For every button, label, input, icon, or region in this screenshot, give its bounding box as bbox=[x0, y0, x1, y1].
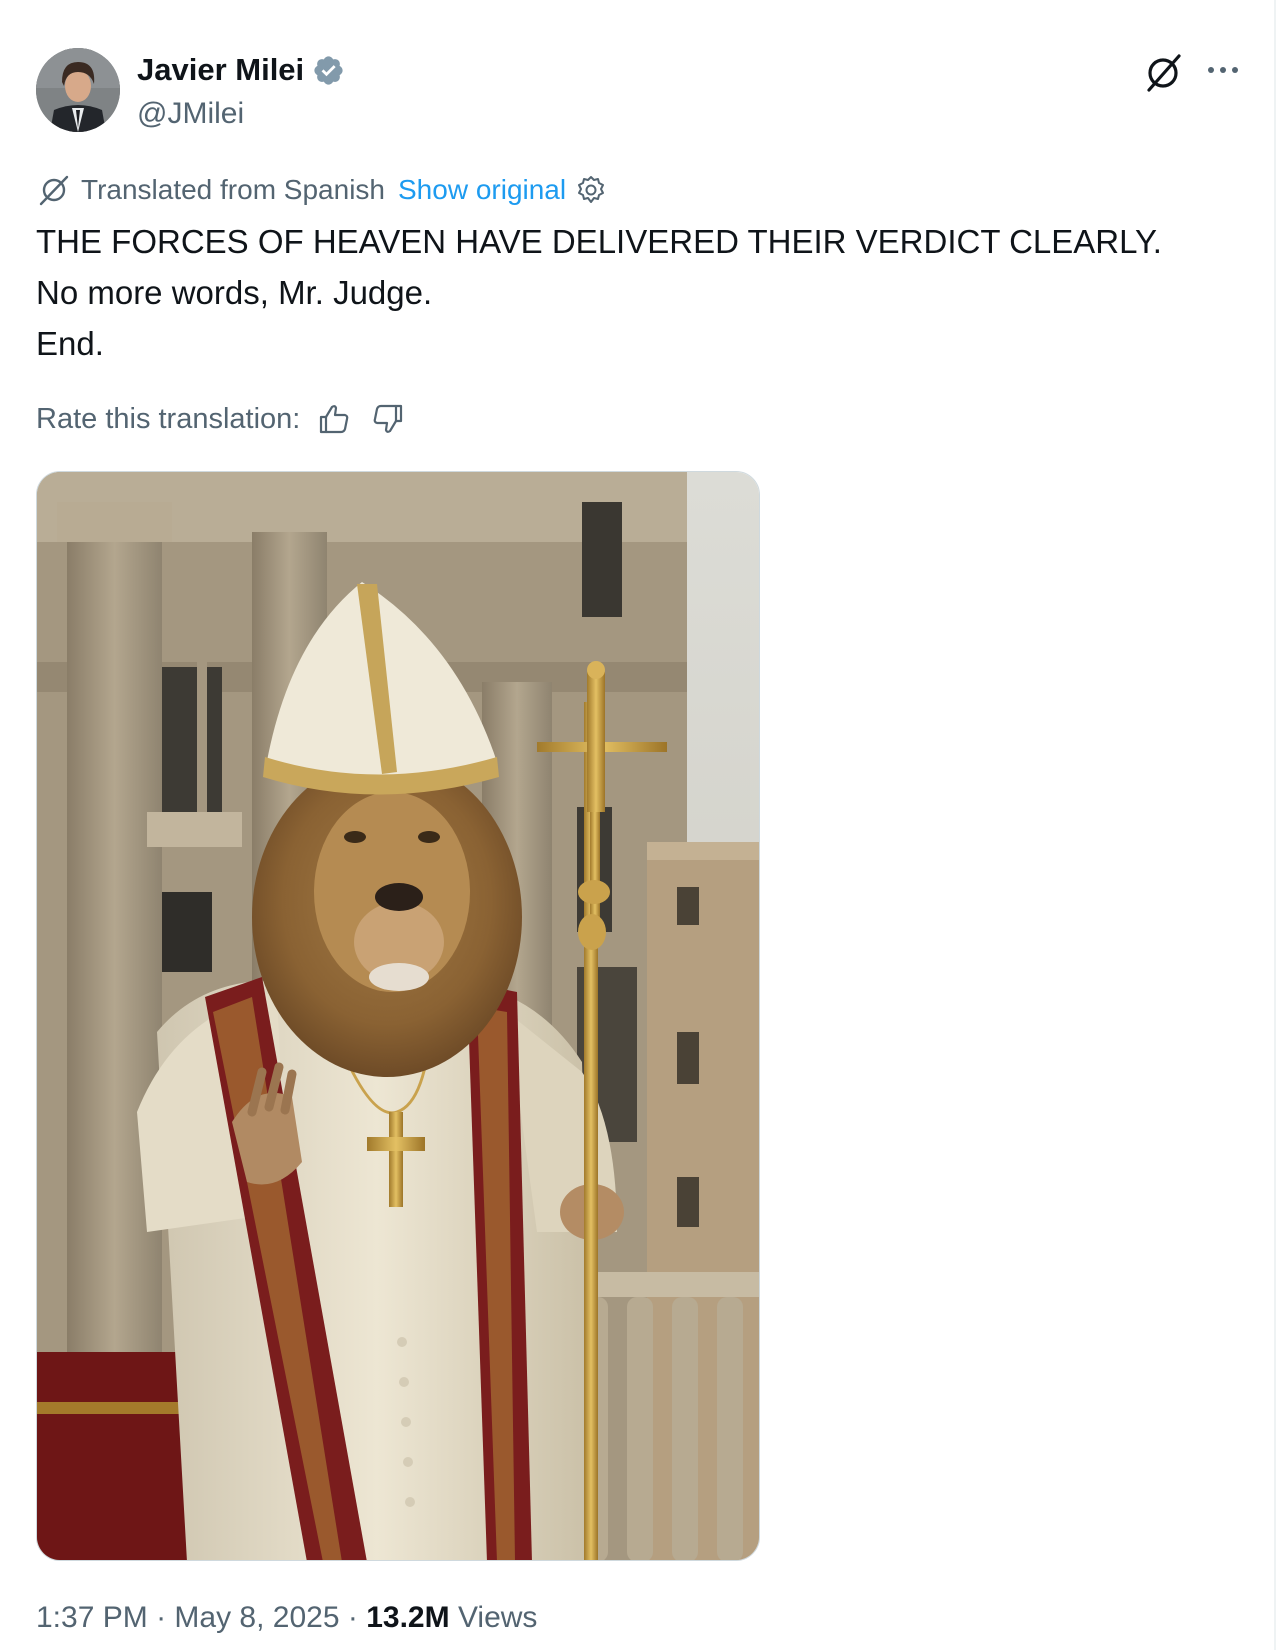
tweet-time[interactable]: 1:37 PM bbox=[36, 1601, 148, 1634]
tweet-text: THE FORCES OF HEAVEN HAVE DELIVERED THEI… bbox=[36, 216, 1256, 369]
meta-separator: · bbox=[156, 1601, 167, 1634]
tweet-text-line: No more words, Mr. Judge. bbox=[36, 274, 433, 311]
author-handle[interactable]: @JMilei bbox=[137, 94, 244, 134]
avatar[interactable] bbox=[36, 48, 120, 132]
views-count[interactable]: 13.2M bbox=[366, 1601, 449, 1634]
meta-separator: · bbox=[347, 1601, 358, 1634]
tweet-text-line: End. bbox=[36, 325, 104, 362]
verified-badge-icon[interactable] bbox=[312, 54, 345, 87]
thumbs-down-icon[interactable] bbox=[368, 399, 408, 439]
author-name-row: Javier Milei bbox=[137, 50, 345, 90]
grok-icon[interactable] bbox=[1141, 50, 1185, 94]
tweet: Javier Milei @JMilei Translated from Spa… bbox=[0, 0, 1276, 1650]
show-original-link[interactable]: Show original bbox=[398, 170, 566, 210]
tweet-text-line: THE FORCES OF HEAVEN HAVE DELIVERED THEI… bbox=[36, 223, 1162, 260]
display-name[interactable]: Javier Milei bbox=[137, 50, 304, 90]
translated-from-label: Translated from Spanish bbox=[81, 174, 385, 205]
gear-icon[interactable] bbox=[575, 174, 607, 206]
views-label: Views bbox=[457, 1601, 538, 1634]
more-icon[interactable] bbox=[1203, 50, 1243, 90]
rate-translation-row: Rate this translation: bbox=[36, 399, 408, 439]
tweet-date[interactable]: May 8, 2025 bbox=[174, 1601, 339, 1634]
tweet-image[interactable] bbox=[36, 471, 760, 1561]
rate-translation-label: Rate this translation: bbox=[36, 403, 301, 435]
thumbs-up-icon[interactable] bbox=[314, 399, 354, 439]
translate-icon bbox=[36, 172, 72, 208]
tweet-meta: 1:37 PM · May 8, 2025 · 13.2M Views bbox=[36, 1598, 537, 1638]
translation-row: Translated from Spanish Show original bbox=[36, 170, 607, 210]
